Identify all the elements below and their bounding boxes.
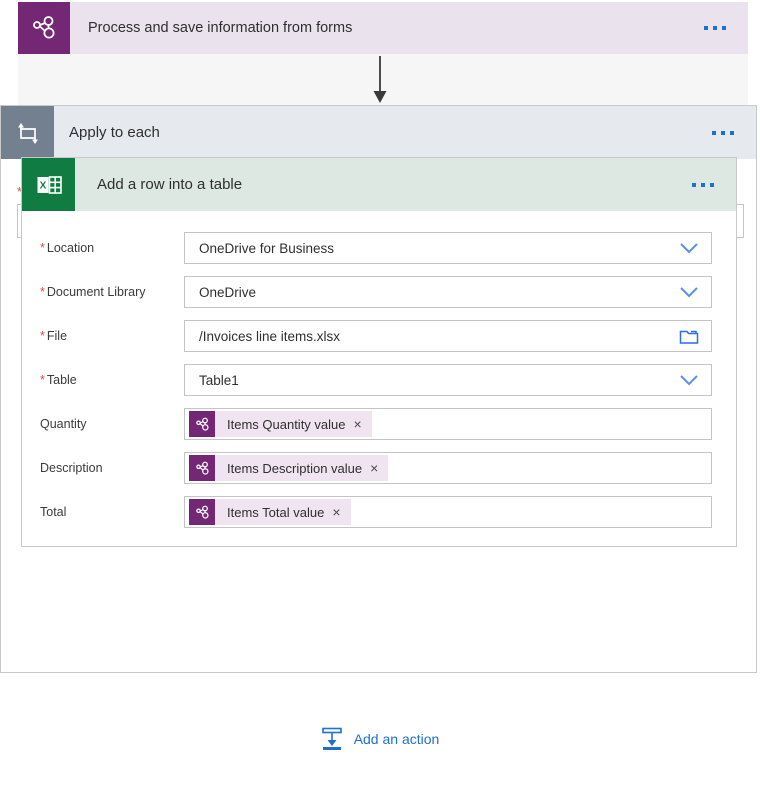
add-an-action-label: Add an action xyxy=(353,731,440,747)
chevron-down-icon[interactable] xyxy=(679,374,711,386)
field-value: OneDrive for Business xyxy=(199,240,335,256)
field-label-text: Location xyxy=(46,241,95,255)
trigger-more-commands-ellipsis[interactable] xyxy=(704,26,726,30)
trigger-card-process-and-save[interactable]: Process and save information from forms xyxy=(18,2,748,54)
ellipsis-dot xyxy=(692,182,696,187)
scope-header[interactable]: Apply to each xyxy=(1,106,756,159)
field-label-text: Total xyxy=(40,505,67,519)
action-more-commands-ellipsis[interactable] xyxy=(692,182,714,187)
action-card-add-a-row-into-a-table[interactable]: X Add a row into a table * Location OneDri… xyxy=(21,157,737,547)
action-title: Add a row into a table xyxy=(97,176,243,193)
field-input-file[interactable]: /Invoices line items.xlsx xyxy=(184,320,712,352)
insert-step-icon xyxy=(321,727,342,750)
field-row: * File/Invoices line items.xlsx xyxy=(22,314,736,358)
field-input-document-library[interactable]: OneDrive xyxy=(184,276,712,308)
forms-connector-icon xyxy=(189,455,215,481)
ellipsis-dot xyxy=(701,182,705,187)
ellipsis-dot xyxy=(704,26,708,30)
ellipsis-dot xyxy=(730,130,734,135)
field-label-table: * Table xyxy=(22,373,184,387)
field-label-text: Document Library xyxy=(46,285,146,299)
ellipsis-dot xyxy=(710,182,714,187)
token-label: Items Total value xyxy=(227,504,325,520)
field-label-text: Description xyxy=(40,461,103,475)
token-description[interactable]: Items Description value × xyxy=(189,455,389,481)
field-row: * Table Table1 xyxy=(22,358,736,402)
folder-icon[interactable] xyxy=(679,328,711,345)
forms-connector-icon xyxy=(189,411,215,437)
forms-connector-icon xyxy=(18,2,70,54)
scope-more-commands-ellipsis[interactable] xyxy=(712,130,734,135)
field-label-text: Table xyxy=(46,373,77,387)
excel-table-icon: X xyxy=(22,158,75,211)
close-icon[interactable]: × xyxy=(354,417,372,431)
field-value: Table1 xyxy=(199,372,239,388)
field-value: OneDrive xyxy=(199,284,257,300)
ellipsis-dot xyxy=(721,130,725,135)
field-label-total: Total xyxy=(22,505,184,519)
field-label-quantity: Quantity xyxy=(22,417,184,431)
required-asterisk: * xyxy=(40,285,45,299)
token-quantity[interactable]: Items Quantity value × xyxy=(189,411,372,437)
required-asterisk: * xyxy=(40,329,45,343)
field-label-location: * Location xyxy=(22,241,184,255)
token-label: Items Quantity value xyxy=(227,416,346,432)
chevron-down-icon[interactable] xyxy=(679,242,711,254)
scope-title: Apply to each xyxy=(69,124,160,141)
action-header[interactable]: X Add a row into a table xyxy=(22,158,736,211)
required-asterisk: * xyxy=(40,373,45,387)
token-total[interactable]: Items Total value × xyxy=(189,499,351,525)
field-value: /Invoices line items.xlsx xyxy=(199,328,341,344)
field-label-file: * File xyxy=(22,329,184,343)
ellipsis-dot xyxy=(712,130,716,135)
field-row: * Location OneDrive for Business xyxy=(22,226,736,270)
field-row: * Document Library OneDrive xyxy=(22,270,736,314)
field-label-text: File xyxy=(46,329,68,343)
action-fields: * Location OneDrive for Business * Document … xyxy=(22,211,736,534)
loop-foreach-icon xyxy=(1,106,54,159)
field-input-total[interactable]: Items Total value × xyxy=(184,496,712,528)
field-label-text: Quantity xyxy=(40,417,87,431)
chevron-down-icon[interactable] xyxy=(679,286,711,298)
close-icon[interactable]: × xyxy=(370,461,388,475)
field-input-table[interactable]: Table1 xyxy=(184,364,712,396)
ellipsis-dot xyxy=(713,26,717,30)
ellipsis-dot xyxy=(722,26,726,30)
close-icon[interactable]: × xyxy=(332,505,350,519)
field-input-quantity[interactable]: Items Quantity value × xyxy=(184,408,712,440)
field-input-description[interactable]: Items Description value × xyxy=(184,452,712,484)
field-label-description: Description xyxy=(22,461,184,475)
svg-text:X: X xyxy=(39,180,46,191)
field-label-document-library: * Document Library xyxy=(22,285,184,299)
field-row: Total Items Total value × xyxy=(22,490,736,534)
field-row: Quantity Items Quantity value × xyxy=(22,402,736,446)
flow-designer-canvas: Process and save information from forms xyxy=(0,0,760,797)
add-an-action-button[interactable]: Add an action xyxy=(0,727,760,751)
forms-connector-icon xyxy=(189,499,215,525)
field-input-location[interactable]: OneDrive for Business xyxy=(184,232,712,264)
field-row: Description Items Description value × xyxy=(22,446,736,490)
required-asterisk: * xyxy=(40,241,45,255)
token-label: Items Description value xyxy=(227,460,363,476)
trigger-title: Process and save information from forms xyxy=(88,20,353,36)
down-arrow-icon xyxy=(373,56,387,103)
